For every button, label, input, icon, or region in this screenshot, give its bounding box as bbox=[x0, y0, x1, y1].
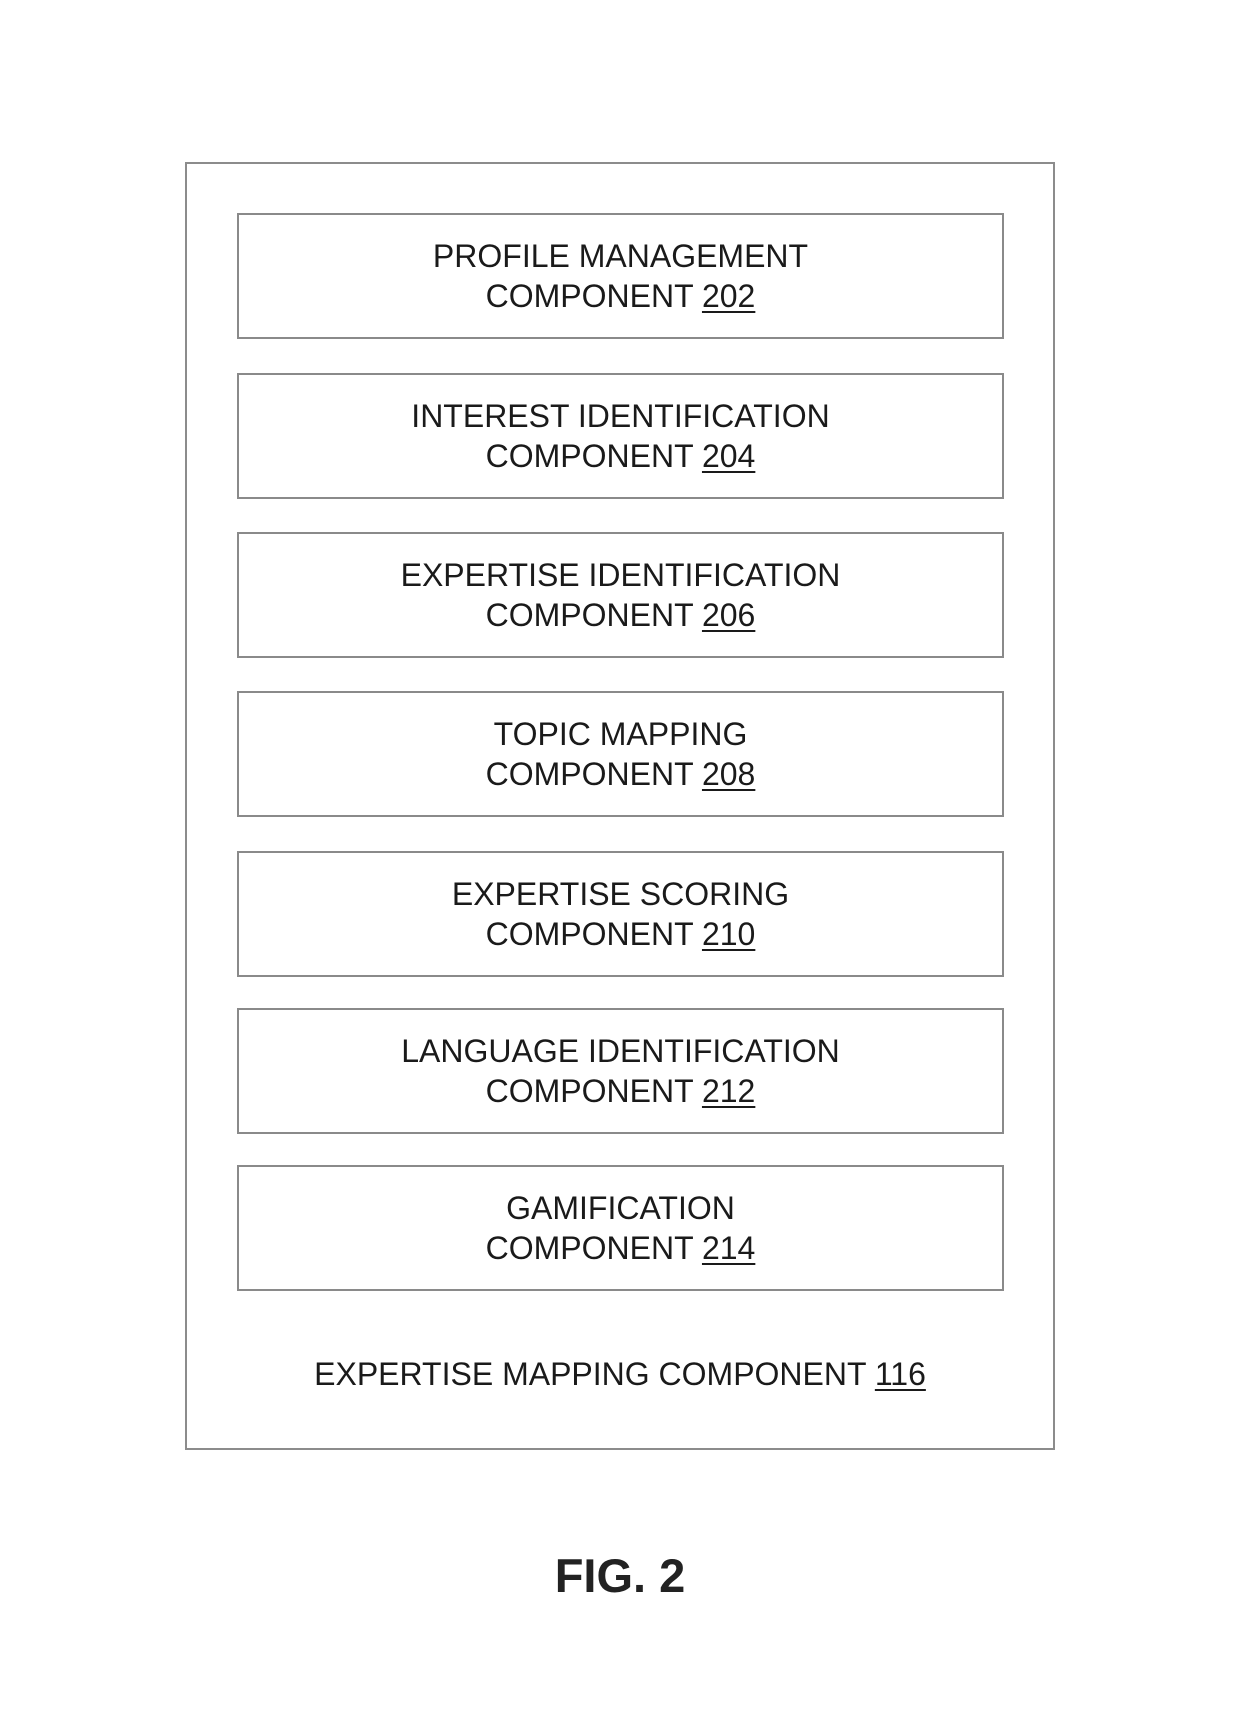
component-label-line: COMPONENT 208 bbox=[486, 754, 756, 794]
language-identification-component-box: LANGUAGE IDENTIFICATION COMPONENT 212 bbox=[237, 1008, 1004, 1134]
component-name: LANGUAGE IDENTIFICATION bbox=[401, 1033, 840, 1069]
component-name: PROFILE MANAGEMENT bbox=[432, 238, 809, 274]
component-word: COMPONENT bbox=[485, 438, 694, 474]
component-label-line: COMPONENT 206 bbox=[486, 595, 756, 635]
component-name: TOPIC MAPPING bbox=[493, 716, 748, 752]
profile-management-component-box: PROFILE MANAGEMENT COMPONENT 202 bbox=[237, 213, 1004, 339]
component-word: COMPONENT bbox=[485, 916, 694, 952]
figure-label: FIG. 2 bbox=[554, 1549, 686, 1602]
component-word: COMPONENT bbox=[485, 278, 694, 314]
component-label-line: COMPONENT 210 bbox=[486, 914, 756, 954]
reference-number: 208 bbox=[701, 756, 756, 792]
component-name: INTEREST IDENTIFICATION bbox=[411, 398, 830, 434]
container-label: EXPERTISE MAPPING COMPONENT bbox=[314, 1356, 866, 1392]
reference-number: 210 bbox=[701, 916, 756, 952]
expertise-scoring-component-box: EXPERTISE SCORING COMPONENT 210 bbox=[237, 851, 1004, 977]
reference-number: 212 bbox=[701, 1073, 756, 1109]
container-reference-number: 116 bbox=[874, 1356, 926, 1392]
component-word: COMPONENT bbox=[485, 1073, 694, 1109]
component-word: COMPONENT bbox=[485, 597, 694, 633]
reference-number: 214 bbox=[701, 1230, 756, 1266]
reference-number: 206 bbox=[701, 597, 756, 633]
component-word: COMPONENT bbox=[485, 756, 694, 792]
container-caption: EXPERTISE MAPPING COMPONENT 116 bbox=[185, 1354, 1055, 1394]
component-name: GAMIFICATION bbox=[506, 1190, 735, 1226]
interest-identification-component-box: INTEREST IDENTIFICATION COMPONENT 204 bbox=[237, 373, 1004, 499]
component-name: EXPERTISE SCORING bbox=[451, 876, 790, 912]
component-label-line: COMPONENT 202 bbox=[486, 276, 756, 316]
reference-number: 204 bbox=[701, 438, 756, 474]
reference-number: 202 bbox=[701, 278, 756, 314]
component-label-line: COMPONENT 212 bbox=[486, 1071, 756, 1111]
gamification-component-box: GAMIFICATION COMPONENT 214 bbox=[237, 1165, 1004, 1291]
component-name: EXPERTISE IDENTIFICATION bbox=[400, 557, 841, 593]
expertise-identification-component-box: EXPERTISE IDENTIFICATION COMPONENT 206 bbox=[237, 532, 1004, 658]
topic-mapping-component-box: TOPIC MAPPING COMPONENT 208 bbox=[237, 691, 1004, 817]
component-label-line: COMPONENT 204 bbox=[486, 436, 756, 476]
component-word: COMPONENT bbox=[485, 1230, 694, 1266]
component-label-line: COMPONENT 214 bbox=[486, 1228, 756, 1268]
